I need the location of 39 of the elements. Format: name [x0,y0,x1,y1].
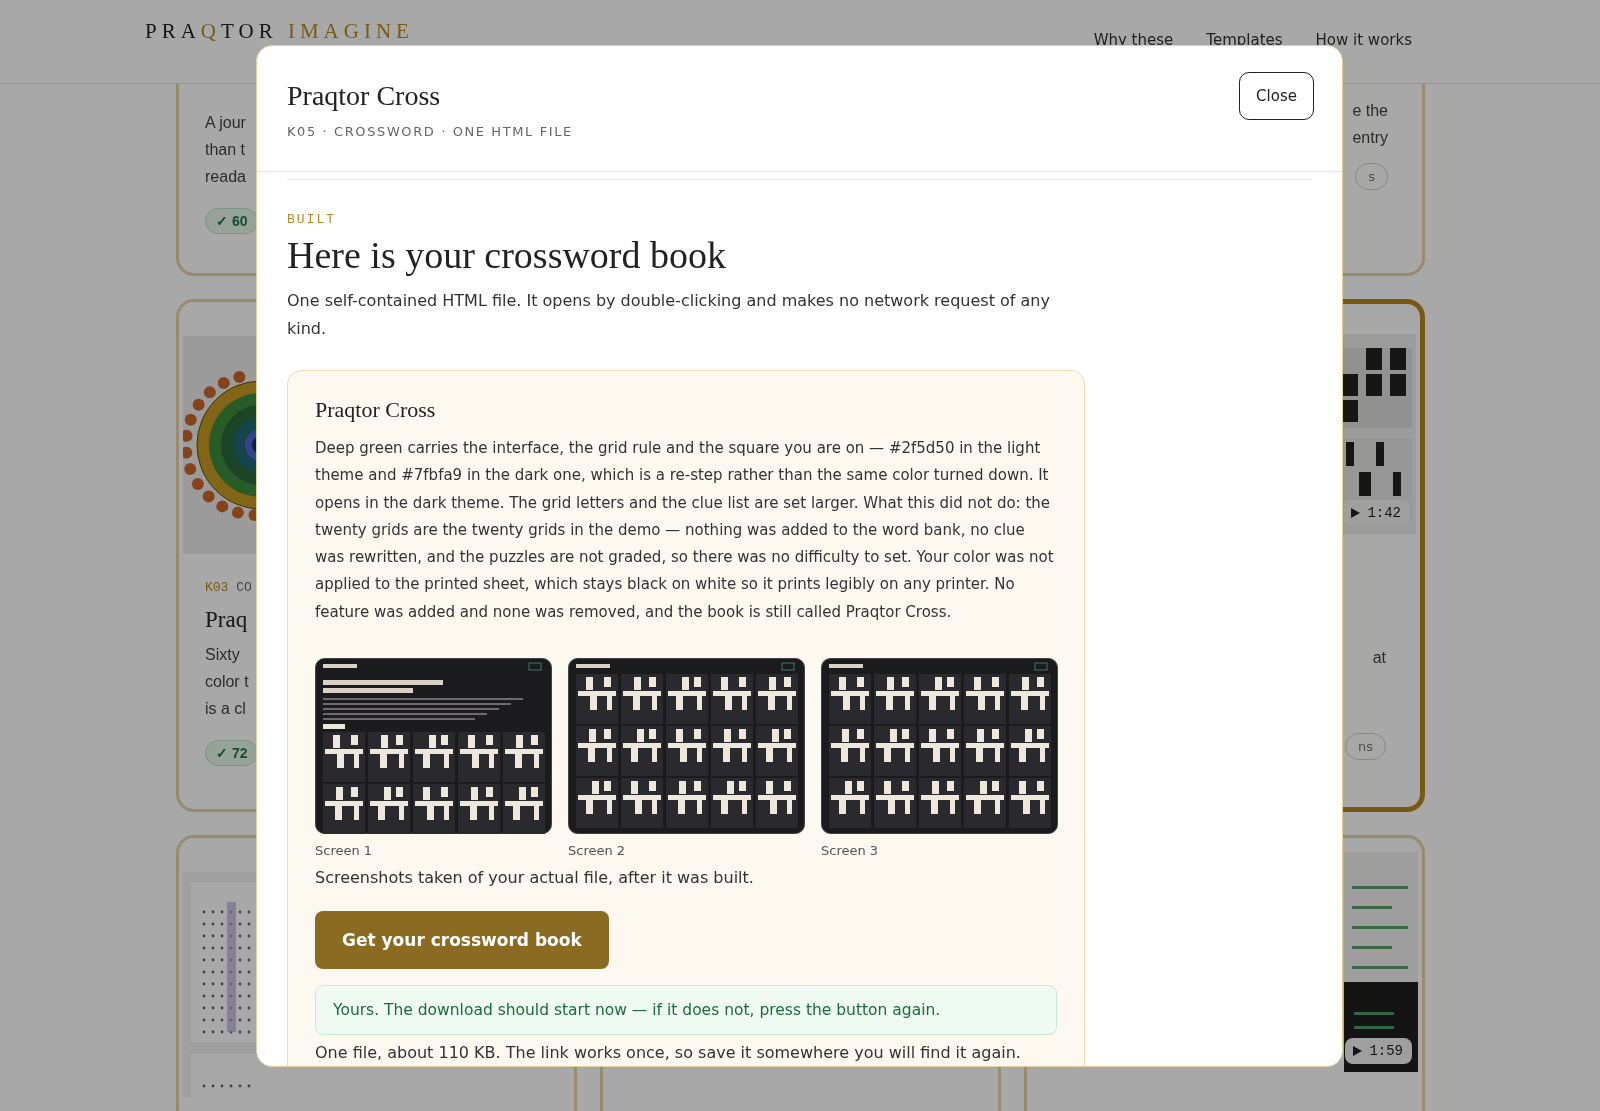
template-code: K03 CO [205,580,252,595]
screenshot-caption: Screen 2 [568,843,627,859]
screenshot-drawing[interactable] [821,658,1058,835]
card-text: e the [1352,101,1388,121]
logo[interactable]: PRA Q TOR IMAGINE [145,21,414,42]
download-button[interactable]: Get your crossword book [315,911,609,970]
screenshot-drawing[interactable] [568,658,805,835]
screenshot-caption: Screen 3 [821,843,880,859]
card-text: color t [205,672,249,692]
card-text: at [1372,648,1386,668]
card-text: reada [205,167,246,187]
section-heading: Here is your crossword book [287,233,728,277]
screenshot-caption: Screen 1 [315,843,374,859]
note-text: Screenshots taken of your actual file, after it was built. [315,868,755,888]
duration-text: 1:42 [1367,505,1401,521]
score-badge: ✓ 60 [205,208,259,234]
status-label: BUILT [287,212,337,227]
nav-link[interactable]: How it works [1315,30,1412,49]
card-text: A jour [205,113,246,133]
nav-link[interactable]: Templates [1206,30,1283,49]
screenshot-drawing[interactable] [315,658,552,835]
card-title: Praq [205,607,248,633]
nav-link[interactable]: Why these [1093,30,1174,49]
result-title: Praqtor Cross [315,397,437,423]
success-message: Yours. The download should start now — if it does not, press the button again. [315,985,1057,1036]
footnote-text: One file, about 110 KB. The link works once, so save it somewhere you will find it again. [315,1043,1022,1063]
dialog-title: Praqtor Cross [287,80,442,112]
result-description: Deep green carries the interface, the grid rule and the square you are on — #2f5d50 in the light theme and #7fbfa9 in the dark one, which is a re-step rather than the same color turned down. It opens in the dark theme. The grid letters and the clue list are set larger. What this did not do: the twenty grids are the twenty grids in the demo — nothing was added to the word bank, no clue was rewritten, and the puzzles are not graded, so there was no difficulty to set. Your color was not applied to the printed sheet, which stays black on white so it prints legibly on any printer. No feature was added and none was removed, and the book is still called Praqtor Cross. [315,438,1055,623]
intro-text: One self-contained HTML file. It opens by double-clicking and makes no network request of any kind. [287,290,1051,340]
play-icon [1351,508,1361,518]
duration-text: 1:59 [1369,1043,1403,1059]
card-text: than t [205,140,246,160]
play-icon [1353,1046,1363,1056]
close-button[interactable]: Close [1239,72,1314,120]
score-badge: ✓ 72 [205,740,259,766]
dialog-subtitle: K05 · CROSSWORD · ONE HTML FILE [287,124,573,139]
card-text: entry [1352,128,1388,148]
card-text: is a cl [205,699,246,719]
card-text: Sixty [205,645,240,665]
